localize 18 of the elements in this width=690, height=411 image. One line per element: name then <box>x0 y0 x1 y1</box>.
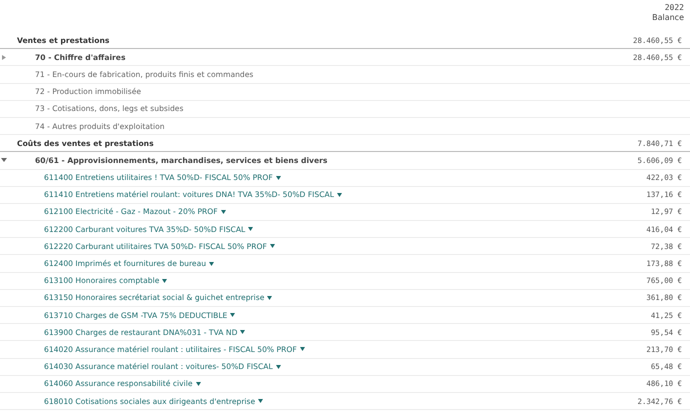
caret-icon <box>270 244 275 248</box>
caret-icon <box>230 313 236 318</box>
caret-icon <box>209 262 214 266</box>
caret-icon <box>336 192 342 197</box>
year-header: 2022 <box>664 3 684 12</box>
caret-icon <box>300 347 305 352</box>
caret-icon <box>162 278 168 283</box>
caret-icon <box>220 210 226 214</box>
caret-icon <box>276 364 281 369</box>
caret-icon[interactable] <box>1 55 7 60</box>
caret-icon <box>267 296 272 300</box>
caret-icon <box>258 399 264 404</box>
caret-icon <box>240 330 246 334</box>
balance-header: Balance <box>652 13 684 22</box>
caret-icon <box>248 227 254 232</box>
caret-icon <box>276 176 281 180</box>
caret-icon <box>196 382 201 386</box>
caret-icon[interactable] <box>1 158 7 164</box>
